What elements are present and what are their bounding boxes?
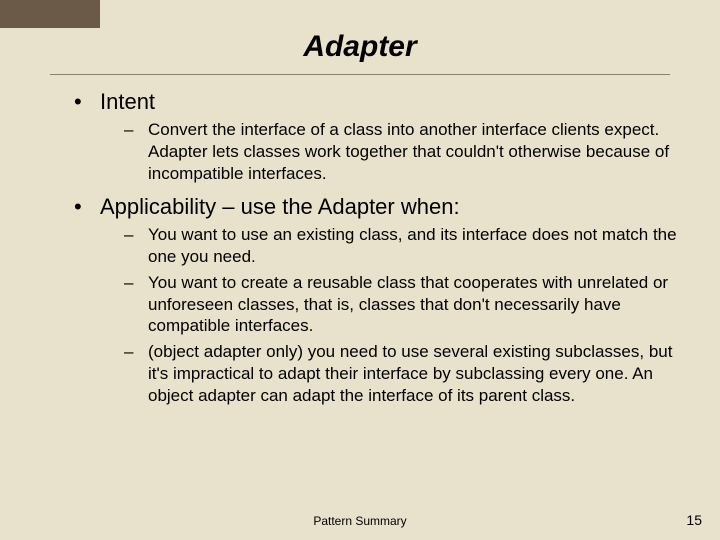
sub-bullet-item: (object adapter only) you need to use se… xyxy=(100,341,680,406)
sub-bullet-item: You want to use an existing class, and i… xyxy=(100,224,680,268)
bullet-item: Intent Convert the interface of a class … xyxy=(60,89,680,184)
bullet-label: Applicability – use the Adapter when: xyxy=(100,194,460,219)
bullet-list: Intent Convert the interface of a class … xyxy=(60,89,680,406)
slide-title: Adapter xyxy=(0,0,720,74)
sub-bullet-item: You want to create a reusable class that… xyxy=(100,272,680,337)
slide-content: Intent Convert the interface of a class … xyxy=(0,89,720,406)
sub-bullet-list: You want to use an existing class, and i… xyxy=(100,224,680,406)
title-divider xyxy=(50,74,670,75)
slide: Adapter Intent Convert the interface of … xyxy=(0,0,720,540)
sub-bullet-item: Convert the interface of a class into an… xyxy=(100,119,680,184)
slide-number: 15 xyxy=(686,512,702,528)
bullet-label: Intent xyxy=(100,89,155,114)
bullet-item: Applicability – use the Adapter when: Yo… xyxy=(60,194,680,406)
footer-center-text: Pattern Summary xyxy=(0,514,720,528)
corner-accent xyxy=(0,0,100,28)
sub-bullet-list: Convert the interface of a class into an… xyxy=(100,119,680,184)
